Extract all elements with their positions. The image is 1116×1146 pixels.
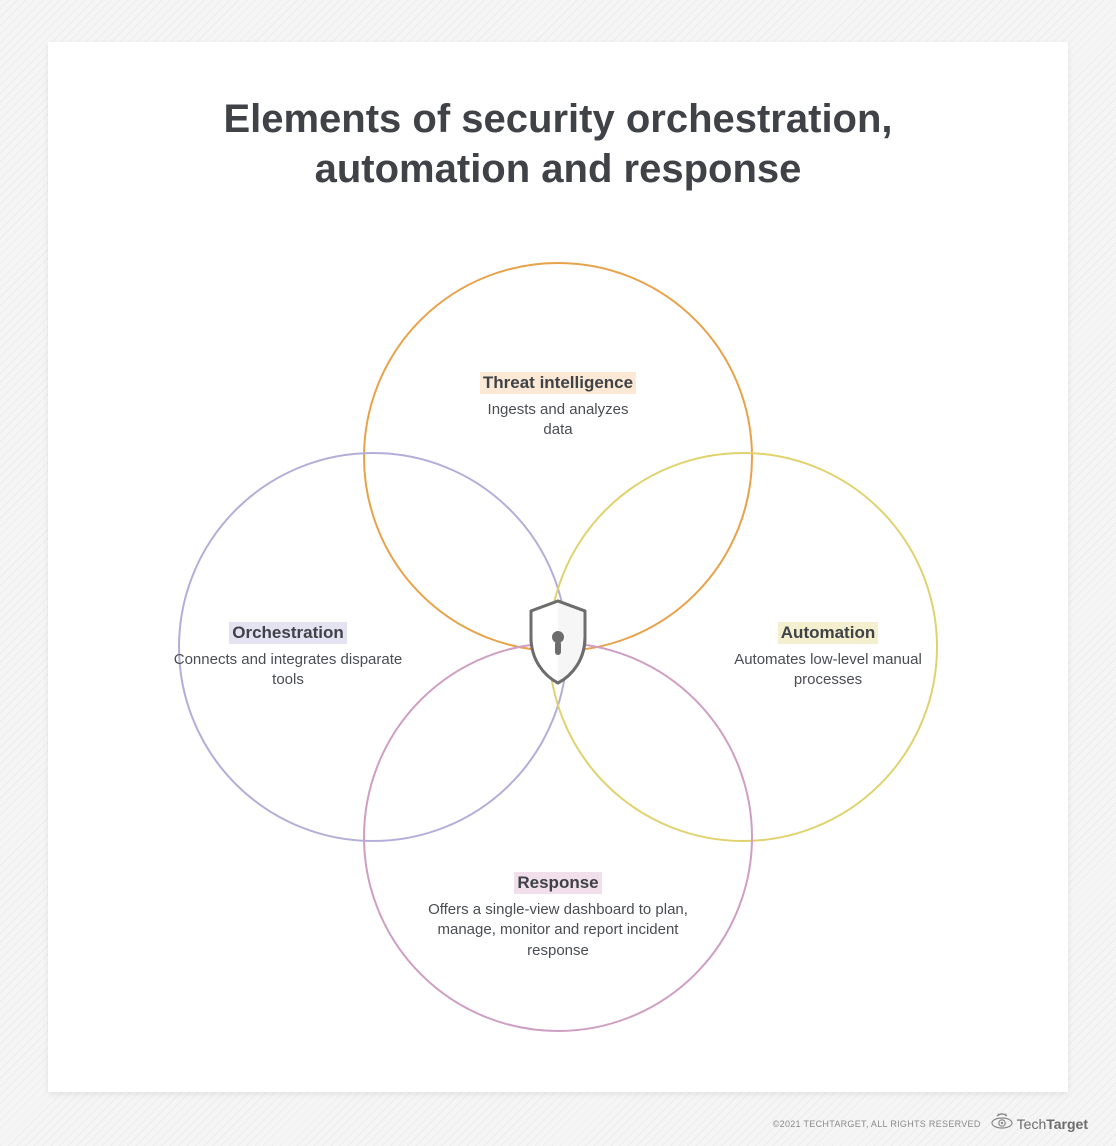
node-label: Automation	[778, 622, 878, 644]
node-description: Automates low-level manual processes	[698, 650, 958, 691]
node-response: Response Offers a single-view dashboard …	[48, 872, 1068, 961]
circle-response	[363, 642, 753, 1032]
node-orchestration: Orchestration Connects and integrates di…	[158, 622, 418, 691]
node-label: Response	[514, 872, 601, 894]
brand-text: TechTarget	[1017, 1116, 1088, 1132]
node-description: Connects and integrates disparate tools	[158, 650, 418, 691]
copyright-text: ©2021 TECHTARGET, ALL RIGHTS RESERVED	[773, 1119, 981, 1129]
brand-logo: TechTarget	[991, 1113, 1088, 1134]
node-threat-intelligence: Threat intelligence Ingests and analyzes…	[48, 372, 1068, 441]
eye-icon	[991, 1113, 1013, 1134]
diagram-title: Elements of security orchestration, auto…	[48, 94, 1068, 194]
node-description: Offers a single-view dashboard to plan, …	[418, 900, 698, 961]
node-description: Ingests and analyzes data	[473, 400, 643, 441]
shield-lock-icon	[523, 597, 593, 687]
venn-diagram: Threat intelligence Ingests and analyzes…	[48, 252, 1068, 1052]
footer: ©2021 TECHTARGET, ALL RIGHTS RESERVED Te…	[773, 1113, 1088, 1134]
diagram-card: Elements of security orchestration, auto…	[48, 42, 1068, 1092]
node-label: Threat intelligence	[480, 372, 636, 394]
node-automation: Automation Automates low-level manual pr…	[698, 622, 958, 691]
node-label: Orchestration	[229, 622, 346, 644]
